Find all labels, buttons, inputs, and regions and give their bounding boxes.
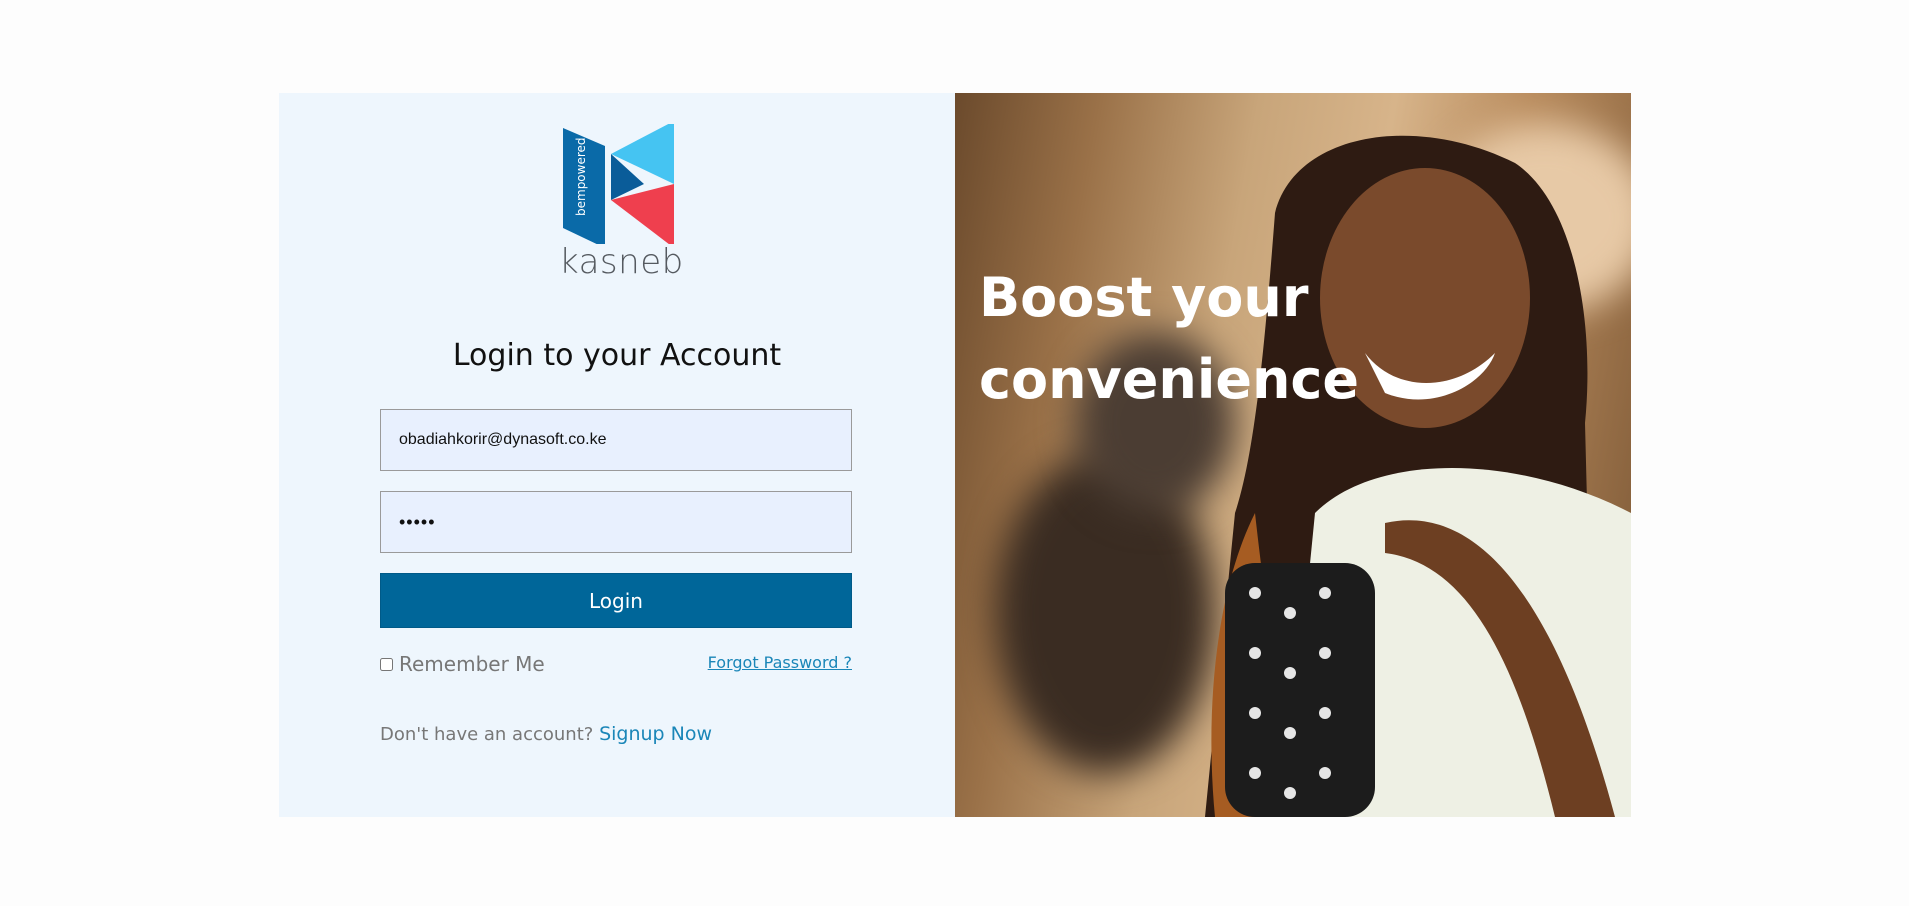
signup-link[interactable]: Signup Now [599,723,712,745]
remember-me-label: Remember Me [399,652,545,676]
kasneb-logo: bempowered kasneb [559,121,684,284]
page-title: Login to your Account [452,338,782,373]
login-card: bempowered kasneb Login to your Account … [279,93,1631,817]
remember-me-checkbox[interactable] [380,657,393,671]
hero-headline: Boost your convenience [979,266,1360,411]
logo-wordmark: kasneb [559,242,684,282]
login-button[interactable]: Login [380,573,852,628]
email-field[interactable] [380,409,852,471]
password-field[interactable] [380,491,852,553]
login-panel: bempowered kasneb Login to your Account … [279,93,955,817]
student-photo-illustration [1205,135,1631,817]
signup-prompt: Don't have an account? [380,724,594,745]
kasneb-logo-icon: bempowered [563,121,674,248]
forgot-password-link[interactable]: Forgot Password ? [708,653,852,672]
signup-row: Don't have an account? Signup Now [380,723,712,745]
remember-me[interactable]: Remember Me [380,652,545,676]
logo-tagline: bempowered [574,137,588,216]
hero-image: Boost your convenience [955,93,1631,817]
